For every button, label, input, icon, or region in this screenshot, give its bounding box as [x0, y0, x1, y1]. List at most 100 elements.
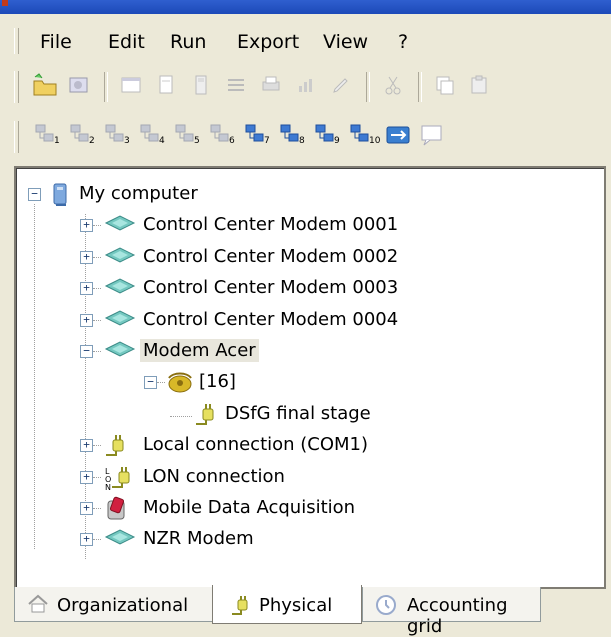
tree-connector — [93, 445, 101, 447]
menu-bar: File Edit Run Export View ? — [0, 22, 611, 62]
printer-icon[interactable] — [258, 72, 284, 98]
toolbar-routes: 1 2 3 4 5 6 7 8 9 10 — [0, 112, 611, 162]
house-icon — [27, 594, 49, 619]
tree-node-label: Modem Acer — [140, 339, 259, 362]
tab-organizational[interactable]: Organizational — [14, 587, 214, 622]
route-7-icon[interactable]: 7 — [242, 122, 270, 148]
edit-icon[interactable] — [328, 72, 354, 98]
menubar-grip[interactable] — [14, 28, 19, 54]
route-number-label: 4 — [159, 136, 165, 146]
route-number-label: 6 — [229, 136, 235, 146]
chart-icon[interactable] — [293, 72, 319, 98]
collapse-icon[interactable]: − — [28, 188, 41, 201]
app-logo — [2, 0, 8, 6]
toolbar-grip[interactable] — [14, 71, 19, 103]
lon-icon: LON — [104, 465, 136, 496]
tree-node[interactable]: + L O N LON connection — [16, 463, 576, 493]
paste-icon[interactable] — [467, 72, 493, 98]
plug-icon — [194, 402, 220, 433]
list-icon[interactable] — [223, 72, 249, 98]
menu-file[interactable]: File — [40, 31, 72, 53]
route-2-icon[interactable]: 2 — [67, 122, 95, 148]
tree-node-label: DSfG final stage — [225, 402, 371, 424]
new-folder-icon[interactable] — [32, 72, 58, 98]
route-5-icon[interactable]: 5 — [172, 122, 200, 148]
tree-node[interactable]: + Control Center Modem 0004 — [16, 306, 576, 336]
menu-edit[interactable]: Edit — [108, 31, 145, 53]
tree-node[interactable]: − [16] — [16, 368, 576, 398]
plug-icon — [229, 594, 253, 623]
tree-node[interactable]: DSfG final stage — [16, 400, 576, 430]
route-number-label: 1 — [54, 136, 60, 146]
route-8-icon[interactable]: 8 — [277, 122, 305, 148]
tree-node[interactable]: + Control Center Modem 0002 — [16, 243, 576, 273]
plug-icon — [104, 433, 130, 464]
menu-help[interactable]: ? — [398, 31, 408, 53]
menu-view[interactable]: View — [323, 31, 368, 53]
tab-label: Physical — [259, 595, 333, 616]
route-9-icon[interactable]: 9 — [312, 122, 340, 148]
tab-physical[interactable]: Physical — [212, 585, 362, 624]
tree-node-label: Control Center Modem 0001 — [143, 214, 399, 236]
route-1-icon[interactable]: 1 — [32, 122, 60, 148]
tree-panel[interactable]: − My computer + Control Center Modem 0001 + C… — [14, 166, 606, 589]
tree-node[interactable]: + Local connection (COM1) — [16, 431, 576, 461]
modem-icon — [104, 527, 136, 552]
tree-node[interactable]: + Control Center Modem 0003 — [16, 274, 576, 304]
copy-icon[interactable] — [432, 72, 458, 98]
tree-node[interactable]: + Mobile Data Acquisition — [16, 494, 576, 524]
collapse-icon[interactable]: − — [144, 376, 157, 390]
window-icon[interactable] — [118, 72, 144, 98]
tree-node[interactable]: + NZR Modem — [16, 525, 576, 555]
modem-icon — [104, 339, 136, 364]
mobile-device-icon — [104, 496, 130, 527]
cut-icon[interactable] — [380, 72, 406, 98]
toolbar-separator — [104, 72, 108, 102]
expand-icon[interactable]: + — [80, 250, 93, 264]
clock-icon — [375, 594, 397, 621]
message-icon[interactable] — [419, 122, 445, 148]
toolbar-separator — [366, 72, 370, 102]
tab-label: Accounting grid — [407, 595, 508, 637]
route-4-icon[interactable]: 4 — [137, 122, 165, 148]
tree-node-label: NZR Modem — [143, 528, 254, 550]
tree-node[interactable]: − Modem Acer — [16, 337, 576, 367]
toolbar-grip[interactable] — [14, 121, 19, 153]
collapse-icon[interactable]: − — [80, 345, 93, 358]
tree-node-label: LON connection — [143, 465, 285, 487]
route-3-icon[interactable]: 3 — [102, 122, 130, 148]
tab-accounting-grid[interactable]: Accounting grid — [362, 587, 541, 637]
menu-run[interactable]: Run — [170, 31, 206, 53]
view-tabs: Organizational Physical Accounting grid — [0, 585, 611, 637]
menu-export[interactable]: Export — [237, 31, 299, 53]
expand-icon[interactable]: + — [80, 219, 93, 233]
expand-icon[interactable]: + — [80, 313, 93, 327]
tree-connector — [93, 288, 101, 290]
route-number-label: 3 — [124, 136, 130, 146]
route-10-icon[interactable]: 10 — [347, 122, 380, 148]
expand-icon[interactable]: + — [80, 470, 93, 484]
expand-icon[interactable]: + — [80, 439, 93, 453]
route-number-label: 10 — [369, 136, 381, 146]
tree-connector — [93, 319, 101, 321]
expand-icon[interactable]: + — [80, 533, 93, 547]
modem-icon — [104, 213, 136, 238]
tree-connector — [93, 476, 101, 478]
route-6-icon[interactable]: 6 — [207, 122, 235, 148]
phone-icon — [166, 370, 194, 399]
tree-node[interactable]: − My computer — [16, 180, 576, 210]
toolbar-main — [0, 62, 611, 112]
tree-connector — [157, 382, 165, 384]
transfer-icon[interactable] — [384, 122, 410, 148]
tree-node-label: Mobile Data Acquisition — [143, 497, 356, 518]
tree-node-label: Local connection (COM1) — [143, 434, 369, 456]
expand-icon[interactable]: + — [80, 502, 93, 515]
tree-connector — [93, 508, 101, 509]
toolbar-separator — [418, 72, 422, 102]
tree-node[interactable]: + Control Center Modem 0001 — [16, 211, 576, 241]
expand-icon[interactable]: + — [80, 282, 93, 296]
calculator-icon[interactable] — [188, 72, 214, 98]
tree-node-label: Control Center Modem 0002 — [143, 245, 399, 267]
document-icon[interactable] — [153, 72, 179, 98]
properties-icon[interactable] — [66, 72, 92, 98]
